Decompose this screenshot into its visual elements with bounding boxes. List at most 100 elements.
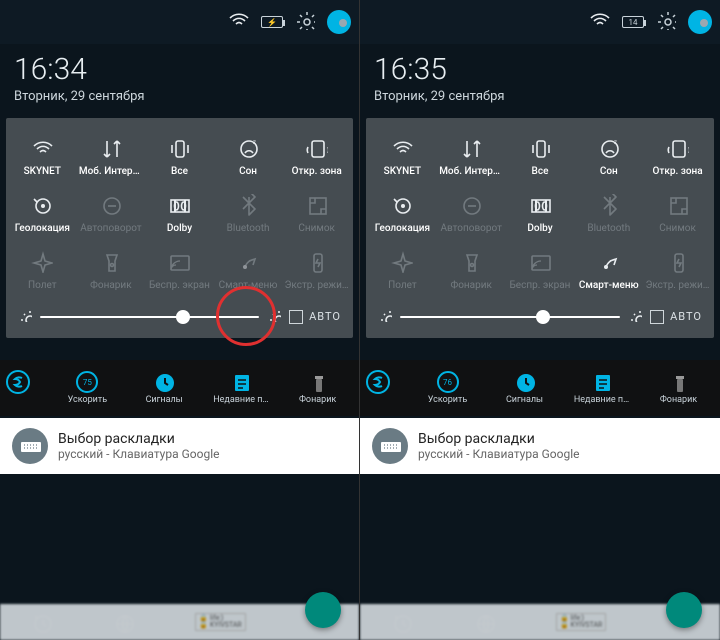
qs-tile-dnd[interactable]: Сон	[214, 130, 283, 187]
qs-tile-screenshot[interactable]: Снимок	[643, 187, 712, 244]
qs-tile-cast[interactable]: Беспр. экран	[506, 244, 575, 301]
sim2-label: 🔒 KYIVSTAR	[199, 622, 241, 629]
brightness-auto[interactable]: АВТО	[650, 310, 702, 324]
qs-tile-bluetooth[interactable]: Bluetooth	[214, 187, 283, 244]
qs-tile-power[interactable]: Экстр. режим	[282, 244, 351, 301]
brightness-high-icon	[267, 307, 281, 326]
app-toolbar: 75 Ускорить Сигналы Недавние п… Фонарик	[0, 360, 359, 416]
toolbar-torch[interactable]: Фонарик	[641, 371, 716, 405]
toolbar-alarms[interactable]: Сигналы	[487, 371, 562, 405]
qs-tile-vibrate[interactable]: Все	[145, 130, 214, 187]
qs-tile-label: Беспр. экран	[147, 280, 211, 291]
qs-tile-dnd[interactable]: Сон	[574, 130, 643, 187]
qs-tile-cast[interactable]: Беспр. экран	[145, 244, 214, 301]
toolbar-label: Ускорить	[68, 395, 107, 405]
sim-tabs[interactable]: 🔒 life:) 🔒 KYIVSTAR	[195, 613, 245, 631]
globe-icon[interactable]	[474, 612, 494, 632]
history-icon[interactable]	[31, 612, 51, 632]
settings-gear-icon[interactable]	[656, 10, 676, 34]
dnd-icon	[236, 136, 260, 160]
qs-tile-label: Полет	[10, 280, 74, 291]
qs-tile-flashlight[interactable]: Фонарик	[437, 244, 506, 301]
qs-tile-smartmenu[interactable]: Смарт-меню	[214, 244, 283, 301]
recent-icon	[230, 371, 252, 393]
fab-button[interactable]	[305, 592, 341, 628]
quick-settings-panel: SKYNET Моб. Интернет Все Сон Откр. зона …	[6, 118, 353, 338]
qs-tile-flashlight[interactable]: Фонарик	[77, 244, 146, 301]
history-icon[interactable]	[391, 612, 411, 632]
qs-tile-rotate[interactable]: Автоповорот	[77, 187, 146, 244]
toolbar-recent[interactable]: Недавние п…	[564, 371, 639, 405]
qs-tile-label: Снимок	[646, 223, 710, 234]
qs-tile-location[interactable]: Геолокация	[368, 187, 437, 244]
phone-panel-1: 14 16:35 Вторник, 29 сентября SKYNET Моб…	[360, 0, 720, 640]
sim-tabs[interactable]: 🔒 life:) 🔒 KYIVSTAR	[556, 613, 606, 631]
qs-tile-wifi[interactable]: SKYNET	[368, 130, 437, 187]
fab-button[interactable]	[666, 592, 702, 628]
dolby-icon	[167, 193, 191, 217]
hotspot-icon	[305, 136, 329, 160]
notification-title: Выбор раскладки	[58, 431, 219, 447]
toolbar-boost[interactable]: 76 Ускорить	[410, 371, 485, 405]
qs-tile-airplane[interactable]: Полет	[8, 244, 77, 301]
security-app-logo[interactable]	[4, 368, 44, 408]
settings-gear-icon[interactable]	[295, 10, 315, 34]
qs-tile-label: Откр. зона	[285, 166, 349, 177]
qs-tile-bluetooth[interactable]: Bluetooth	[574, 187, 643, 244]
location-icon	[390, 193, 414, 217]
power-icon	[305, 250, 329, 274]
data-icon	[459, 136, 483, 160]
qs-tile-label: Экстр. режим	[285, 280, 349, 291]
location-icon	[30, 193, 54, 217]
qs-tile-data[interactable]: Моб. Интернет	[437, 130, 506, 187]
brightness-slider[interactable]	[400, 316, 620, 318]
qs-tile-label: SKYNET	[370, 166, 434, 177]
profile-avatar[interactable]	[327, 10, 351, 34]
qs-tile-power[interactable]: Экстр. режим	[643, 244, 712, 301]
brightness-auto[interactable]: АВТО	[289, 310, 341, 324]
qs-tile-dolby[interactable]: Dolby	[506, 187, 575, 244]
brightness-row: АВТО	[368, 301, 712, 330]
bluetooth-icon	[236, 193, 260, 217]
qs-tile-screenshot[interactable]: Снимок	[282, 187, 351, 244]
qs-tile-hotspot[interactable]: Откр. зона	[282, 130, 351, 187]
qs-tile-label: Автоповорот	[79, 223, 143, 234]
qs-tile-smartmenu[interactable]: Смарт-меню	[574, 244, 643, 301]
notification-card[interactable]: Выбор раскладки русский - Клавиатура Goo…	[360, 418, 720, 474]
globe-icon[interactable]	[113, 612, 133, 632]
keyboard-icon	[12, 428, 48, 464]
cast-icon	[167, 250, 191, 274]
app-toolbar: 76 Ускорить Сигналы Недавние п… Фонарик	[360, 360, 720, 416]
qs-tile-label: Экстр. режим	[646, 280, 710, 291]
qs-tile-label: Фонарик	[79, 280, 143, 291]
toolbar-label: Недавние п…	[574, 395, 629, 405]
qs-tile-airplane[interactable]: Полет	[368, 244, 437, 301]
toolbar-recent[interactable]: Недавние п…	[204, 371, 279, 405]
qs-tile-wifi[interactable]: SKYNET	[8, 130, 77, 187]
qs-tile-location[interactable]: Геолокация	[8, 187, 77, 244]
qs-tile-vibrate[interactable]: Все	[506, 130, 575, 187]
security-app-logo[interactable]	[364, 368, 404, 408]
qs-tile-hotspot[interactable]: Откр. зона	[643, 130, 712, 187]
toolbar-label: Недавние п…	[213, 395, 268, 405]
smartmenu-icon	[236, 250, 260, 274]
notification-card[interactable]: Выбор раскладки русский - Клавиатура Goo…	[0, 418, 359, 474]
wifi-icon	[30, 136, 54, 160]
profile-avatar[interactable]	[688, 10, 712, 34]
alarms-icon	[514, 371, 536, 393]
dnd-icon	[597, 136, 621, 160]
screenshot-icon	[305, 193, 329, 217]
toolbar-alarms[interactable]: Сигналы	[127, 371, 202, 405]
qs-tile-label: Автоповорот	[439, 223, 503, 234]
qs-tile-dolby[interactable]: Dolby	[145, 187, 214, 244]
qs-tile-rotate[interactable]: Автоповорот	[437, 187, 506, 244]
qs-tile-data[interactable]: Моб. Интернет	[77, 130, 146, 187]
brightness-slider[interactable]	[40, 316, 259, 318]
date-text: Вторник, 29 сентября	[374, 89, 706, 104]
qs-tile-label: SKYNET	[10, 166, 74, 177]
keyboard-icon	[372, 428, 408, 464]
toolbar-boost[interactable]: 75 Ускорить	[50, 371, 125, 405]
status-bar: ⚡	[0, 0, 359, 44]
toolbar-torch[interactable]: Фонарик	[280, 371, 355, 405]
data-icon	[99, 136, 123, 160]
